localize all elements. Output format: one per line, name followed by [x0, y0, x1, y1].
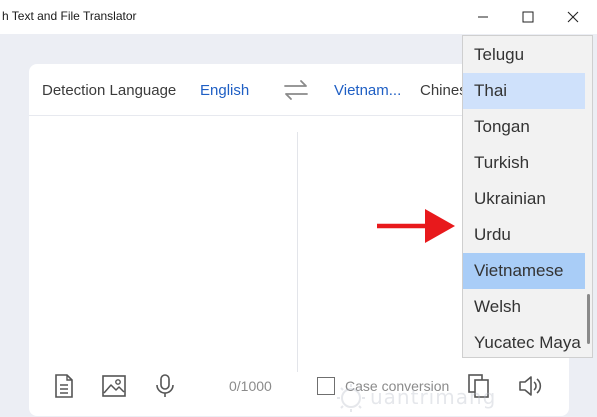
character-counter: 0/1000 — [229, 378, 272, 394]
source-language-label[interactable]: Detection Language — [42, 82, 176, 99]
target-language-vietnamese[interactable]: Vietnam... — [334, 82, 401, 99]
maximize-button[interactable] — [505, 0, 551, 34]
watermark: uantrimang — [330, 382, 495, 414]
red-arrow-icon — [377, 209, 455, 243]
source-language-english[interactable]: English — [200, 82, 249, 99]
title-bar: h Text and File Translator — [0, 0, 597, 34]
target-language-chinese[interactable]: Chines — [420, 82, 467, 99]
document-icon[interactable] — [51, 373, 77, 399]
minimize-button[interactable] — [460, 0, 506, 34]
close-button[interactable] — [550, 0, 596, 34]
pane-divider — [297, 132, 298, 372]
window-title: h Text and File Translator — [2, 9, 137, 23]
close-icon — [567, 11, 579, 23]
dropdown-item-tongan[interactable]: Tongan — [463, 109, 585, 145]
minimize-icon — [478, 16, 488, 18]
dropdown-item-welsh[interactable]: Welsh — [463, 289, 585, 325]
microphone-icon[interactable] — [152, 373, 178, 399]
dropdown-item-urdu[interactable]: Urdu — [463, 217, 585, 253]
dropdown-item-turkish[interactable]: Turkish — [463, 145, 585, 181]
dropdown-item-ukrainian[interactable]: Ukrainian — [463, 181, 585, 217]
swap-arrows-icon[interactable] — [282, 78, 310, 102]
watermark-logo-icon — [337, 384, 365, 412]
dropdown-item-thai[interactable]: Thai — [463, 73, 585, 109]
maximize-icon — [522, 11, 534, 23]
dropdown-item-vietnamese[interactable]: Vietnamese — [463, 253, 585, 289]
image-icon[interactable] — [101, 373, 127, 399]
watermark-text: uantrimang — [370, 385, 497, 409]
speaker-icon[interactable] — [517, 373, 543, 399]
target-language-dropdown[interactable]: Telugu Thai Tongan Turkish Ukrainian Urd… — [462, 35, 593, 358]
dropdown-scrollbar-thumb[interactable] — [587, 294, 590, 344]
dropdown-item-yucatec-maya[interactable]: Yucatec Maya — [463, 325, 585, 357]
dropdown-item-telugu[interactable]: Telugu — [463, 37, 585, 73]
